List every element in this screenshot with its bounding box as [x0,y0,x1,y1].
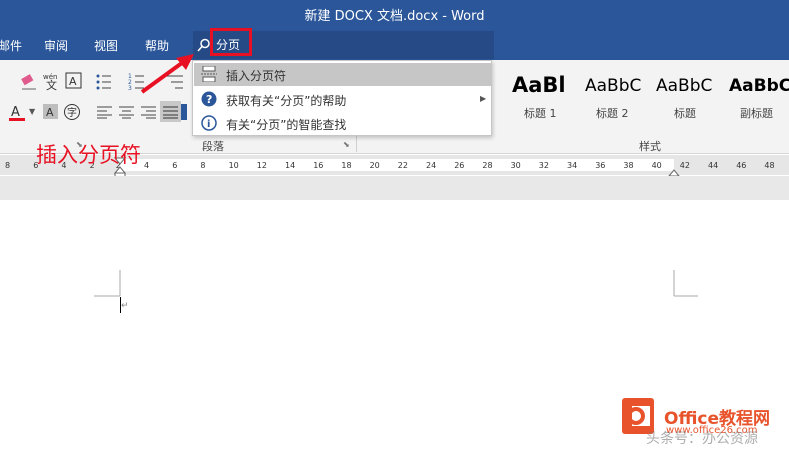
menu-item-smart-lookup[interactable]: i 有关“分页”的智能查找 [194,112,491,135]
style-subtitle-sample[interactable]: AaBbC [729,76,789,96]
ruler-tick: 26 [454,161,465,170]
ruler-tick: 34 [567,161,578,170]
ruler-tick: 22 [397,161,408,170]
ruler-tick: 28 [482,161,493,170]
style-heading1-sample[interactable]: AaBl [512,73,572,97]
ruler-tick: 48 [764,161,775,170]
tab-mailings[interactable]: 邮件 [0,37,22,54]
enclose-char-icon[interactable]: 字 [63,103,81,121]
menu-item-get-help[interactable]: ? 获取有关“分页”的帮助 ▶ [194,88,491,111]
svg-text:?: ? [206,93,212,106]
ruler-tick: 16 [313,161,324,170]
align-center-icon[interactable] [118,105,136,119]
font-color-icon[interactable]: A [8,103,26,123]
bullet-list-icon[interactable] [95,72,117,92]
align-right-icon[interactable] [140,105,158,119]
margin-corner-right [673,270,698,297]
style-title-name[interactable]: 标题 [674,105,696,121]
ruler-tick: 14 [285,161,296,170]
phonetic-guide-icon[interactable]: wén 文 [42,71,62,91]
window-title: 新建 DOCX 文档.docx - Word [304,9,485,24]
page-break-icon [201,66,217,82]
svg-text:3: 3 [128,85,132,92]
svg-text:字: 字 [67,106,77,119]
menu-item-label: 有关“分页”的智能查找 [226,118,347,132]
styles-group-label: 样式 [639,140,661,153]
help-icon: ? [201,91,217,107]
tab-review[interactable]: 审阅 [44,37,68,54]
ruler-tick: 20 [369,161,380,170]
chevron-right-icon: ▶ [480,94,487,103]
style-heading2-sample[interactable]: AaBbC [585,76,645,96]
tab-view[interactable]: 视图 [94,37,118,54]
svg-text:A: A [11,105,20,120]
ruler-tick: 12 [256,161,267,170]
ruler-tick: 10 [228,161,239,170]
svg-text:A: A [69,75,77,88]
highlight-box [210,28,252,56]
align-left-icon[interactable] [96,105,114,119]
ruler-tick: 46 [736,161,747,170]
smart-lookup-icon: i [201,115,217,131]
char-border-icon[interactable]: A [65,72,83,90]
watermark-overlay: 头条号：办公资源 [646,431,758,447]
ruler-tick: 6 [172,161,178,170]
menu-item-label: 插入分页符 [226,69,287,83]
annotation-arrow [140,54,194,94]
paragraph-mark-icon: ↵ [121,301,129,311]
svg-text:i: i [207,119,210,130]
chevron-down-icon[interactable]: ▼ [29,107,35,116]
ruler-tick: 4 [144,161,150,170]
justify-icon[interactable] [160,101,182,123]
style-subtitle-name[interactable]: 副标题 [740,105,773,121]
ruler-tick: 18 [341,161,352,170]
svg-text:文: 文 [46,78,57,91]
ruler-tick: 8 [5,161,11,170]
menu-item-label: 获取有关“分页”的帮助 [226,94,347,108]
style-heading1-name[interactable]: 标题 1 [524,105,557,121]
ruler-tick: 40 [651,161,662,170]
tell-me-results-menu: 插入分页符 ? 获取有关“分页”的帮助 ▶ i 有关“分页”的智能查找 [192,60,492,136]
annotation-label: 插入分页符 [36,143,141,167]
svg-text:A: A [46,106,54,119]
dialog-launcher-icon[interactable]: ⬊ [343,140,350,149]
char-shading-icon[interactable]: A [43,104,59,120]
margin-corner-left [94,270,121,297]
menu-item-insert-page-break[interactable]: 插入分页符 [194,63,491,86]
ruler-tick: 42 [679,161,690,170]
style-title-sample[interactable]: AaBbC [656,76,716,96]
distribute-icon[interactable] [181,104,187,120]
ruler-tick: 24 [426,161,437,170]
ruler-tick: 32 [538,161,549,170]
ruler-tick: 30 [510,161,521,170]
ruler-tick: 8 [200,161,206,170]
ruler-tick: 38 [623,161,634,170]
eraser-icon[interactable] [20,73,38,91]
ruler-tick: 36 [595,161,606,170]
ruler-tick: 44 [708,161,719,170]
paragraph-group-label: 段落 [202,140,224,153]
style-heading2-name[interactable]: 标题 2 [596,105,629,121]
